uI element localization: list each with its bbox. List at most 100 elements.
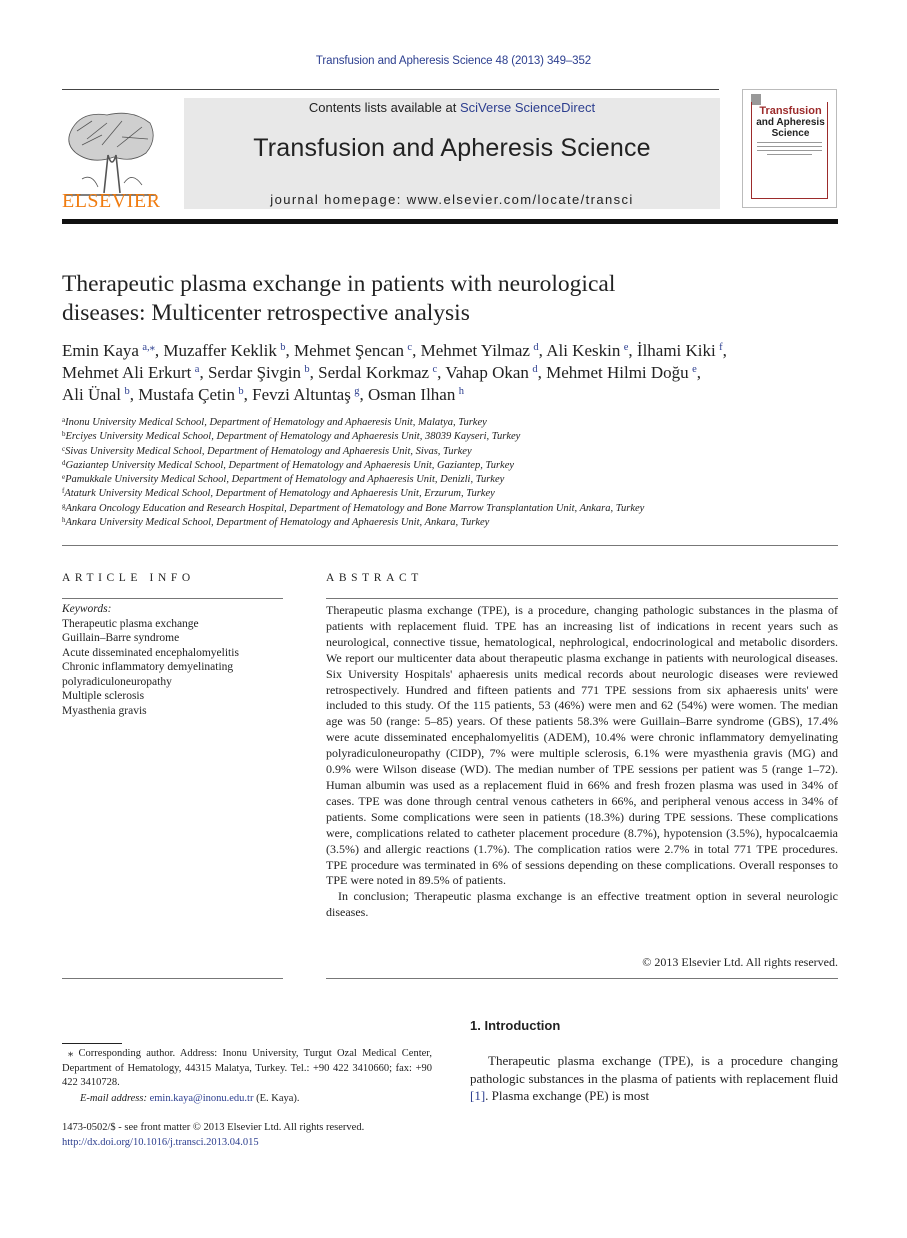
affiliation-marker-link[interactable]: b [280, 342, 285, 353]
contents-available-line: Contents lists available at SciVerse Sci… [184, 100, 720, 115]
affiliation-text: Erciyes University Medical School, Depar… [65, 431, 521, 443]
abstract-paragraph: Therapeutic plasma exchange (TPE), is a … [326, 603, 838, 888]
cover-title-line2: and Apheresis [756, 117, 825, 128]
cover-text-line [757, 142, 822, 143]
reference-link[interactable]: [1] [470, 1088, 485, 1103]
keywords-block: Keywords: Therapeutic plasma exchange Gui… [62, 602, 287, 718]
affiliation-marker-link[interactable]: a,⁎ [142, 342, 155, 353]
keyword-item: Therapeutic plasma exchange [62, 617, 199, 630]
keyword-item: Acute disseminated encephalomyelitis [62, 646, 239, 659]
affiliation-marker-link[interactable]: d [532, 364, 537, 375]
affiliation-item: fAtaturk University Medical School, Depa… [62, 487, 842, 501]
keyword-item: Multiple sclerosis [62, 690, 145, 702]
contents-prefix: Contents lists available at [308, 100, 460, 115]
corresponding-author-footnote: ⁎ Corresponding author. Address: Inonu U… [62, 1047, 432, 1106]
keywords-label: Keywords: [62, 603, 112, 615]
copyright-notice: © 2013 Elsevier Ltd. All rights reserved… [642, 955, 838, 969]
affiliation-text: Ankara University Medical School, Depart… [65, 517, 490, 529]
journal-citation-link[interactable]: Transfusion and Apheresis Science 48 (20… [316, 55, 591, 67]
abstract-rule [326, 598, 838, 599]
abstract-heading: ABSTRACT [326, 572, 423, 584]
sciencedirect-link[interactable]: SciVerse ScienceDirect [460, 100, 595, 115]
intro-text-continued: . Plasma exchange (PE) is most [485, 1088, 650, 1103]
homepage-label: journal homepage: [270, 192, 407, 207]
journal-cover-thumbnail[interactable]: Transfusion and Apheresis Science [742, 89, 837, 208]
intro-text: Therapeutic plasma exchange (TPE), is a … [470, 1053, 838, 1086]
affiliation-item: ePamukkale University Medical School, De… [62, 473, 842, 487]
journal-title: Transfusion and Apheresis Science [253, 134, 651, 162]
affiliation-item: gAnkara Oncology Education and Research … [62, 502, 842, 516]
cover-title-line3: Science [771, 128, 810, 139]
article-title: Therapeutic plasma exchange in patients … [62, 270, 822, 328]
affiliation-item: cSivas University Medical School, Depart… [62, 445, 842, 459]
elsevier-wordmark: ELSEVIER [62, 190, 161, 212]
affiliation-text: Inonu University Medical School, Departm… [65, 417, 487, 428]
introduction-body: Therapeutic plasma exchange (TPE), is a … [470, 1052, 838, 1105]
affiliation-list: aInonu University Medical School, Depart… [62, 416, 842, 530]
author-name: Osman Ilhan [368, 385, 456, 404]
keyword-item: Myasthenia gravis [62, 704, 147, 717]
affiliation-item: dGaziantep University Medical School, De… [62, 459, 842, 473]
affiliation-text: Sivas University Medical School, Departm… [65, 445, 472, 457]
abstract-body: Therapeutic plasma exchange (TPE), is a … [326, 603, 838, 921]
article-title-line2: diseases: Multicenter retrospective anal… [62, 300, 470, 326]
author-name: Mustafa Çetin [138, 385, 235, 404]
front-matter-text: 1473-0502/$ - see front matter © 2013 El… [62, 1122, 365, 1133]
footnote-rule [62, 1043, 122, 1044]
author-name: Mehmet Ali Erkurt [62, 363, 192, 382]
affiliation-marker-link[interactable]: c [407, 342, 412, 353]
author-name: Serdal Korkmaz [318, 363, 430, 382]
section-divider [62, 545, 838, 546]
affiliation-item: bErciyes University Medical School, Depa… [62, 430, 842, 444]
introduction-heading: 1. Introduction [470, 1018, 561, 1033]
author-name: Ali Ünal [62, 385, 122, 404]
abstract-conclusion: In conclusion; Therapeutic plasma exchan… [326, 889, 838, 920]
author-name: Mehmet Hilmi Doğu [546, 363, 689, 382]
keyword-list: Therapeutic plasma exchange Guillain–Barr… [62, 617, 287, 719]
author-name: Mehmet Yilmaz [420, 341, 530, 360]
article-info-heading: ARTICLE INFO [62, 572, 195, 584]
affiliation-marker-link[interactable]: g [354, 386, 359, 397]
abstract-bottom-rule [326, 978, 838, 979]
front-matter-block: 1473-0502/$ - see front matter © 2013 El… [62, 1121, 442, 1150]
cover-text-line [757, 146, 822, 147]
author-name: Ali Keskin [546, 341, 621, 360]
affiliation-marker-link[interactable]: c [432, 364, 437, 375]
author-name: Mehmet Şencan [294, 341, 405, 360]
keyword-item: polyradiculoneuropathy [62, 675, 172, 688]
affiliation-item: hAnkara University Medical School, Depar… [62, 516, 842, 530]
homepage-url-link[interactable]: www.elsevier.com/locate/transci [407, 192, 634, 207]
affiliation-marker-link[interactable]: b [238, 386, 243, 397]
affiliation-marker-link[interactable]: h [459, 386, 464, 397]
keyword-item: Guillain–Barre syndrome [62, 632, 180, 644]
journal-homepage-line: journal homepage: www.elsevier.com/locat… [184, 192, 720, 207]
affiliation-marker-link[interactable]: e [624, 342, 629, 353]
affiliation-text: Ankara Oncology Education and Research H… [65, 502, 645, 514]
affiliation-text: Gaziantep University Medical School, Dep… [65, 459, 515, 471]
author-name: Emin Kaya [62, 341, 139, 360]
affiliation-marker-link[interactable]: a [195, 364, 200, 375]
affiliation-text: Ataturk University Medical School, Depar… [64, 488, 495, 500]
cover-title: Transfusion and Apheresis Science [743, 106, 838, 140]
email-link[interactable]: emin.kaya@inonu.edu.tr [150, 1093, 254, 1104]
email-label: E-mail address: [80, 1092, 150, 1104]
running-header-citation[interactable]: Transfusion and Apheresis Science 48 (20… [0, 55, 907, 67]
affiliation-marker-link[interactable]: b [124, 386, 129, 397]
author-name: Muzaffer Keklik [163, 341, 277, 360]
masthead-top-rule [62, 89, 719, 90]
article-info-bottom-rule [62, 978, 283, 979]
article-info-rule [62, 598, 283, 599]
affiliation-marker-link[interactable]: b [304, 364, 309, 375]
email-suffix: (E. Kaya). [253, 1092, 300, 1104]
affiliation-marker-link[interactable]: e [692, 364, 697, 375]
keyword-item: Chronic inflammatory demyelinating [62, 661, 234, 673]
cover-text-line [767, 154, 812, 155]
article-title-line1: Therapeutic plasma exchange in patients … [62, 271, 616, 297]
author-name: Vahap Okan [445, 363, 529, 382]
corresponding-author-text: ⁎ Corresponding author. Address: Inonu U… [62, 1048, 432, 1088]
author-list: Emin Kaya a,⁎, Muzaffer Keklik b, Mehmet… [62, 341, 727, 404]
affiliation-marker-link[interactable]: d [533, 342, 538, 353]
doi-link[interactable]: http://dx.doi.org/10.1016/j.transci.2013… [62, 1136, 442, 1151]
cover-text-line [757, 150, 822, 151]
affiliation-marker-link[interactable]: f [719, 342, 723, 353]
